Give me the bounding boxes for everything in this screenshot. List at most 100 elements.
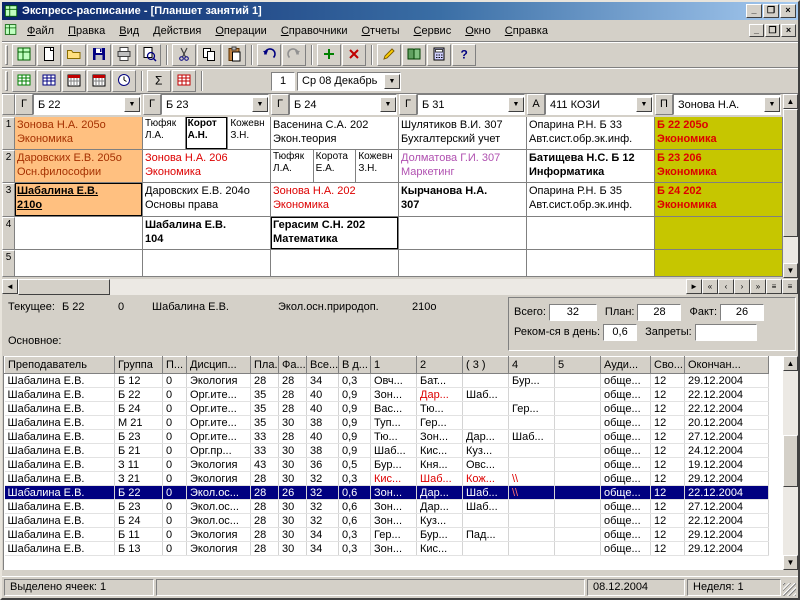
table-cell[interactable]: 0 — [162, 443, 187, 458]
table-cell[interactable]: 29.12.2004 — [684, 527, 769, 542]
delete-row-button[interactable] — [342, 44, 366, 66]
table-row-5[interactable]: Шабалина Е.В. Б 21 0 Орг.пр... 33 30 38 0,9 Шаб.… — [4, 443, 769, 458]
table-cell[interactable]: 43 — [250, 457, 279, 472]
restore-button[interactable]: ❐ — [763, 4, 779, 18]
table-row-10[interactable]: Шабалина Е.В. Б 24 0 Экол.ос... 28 30 32 0,6 Зон… — [4, 513, 769, 528]
table-cell[interactable]: Шабалина Е.В. — [4, 415, 115, 430]
table-cell[interactable]: Экология — [186, 457, 251, 472]
table-cell[interactable]: 0,5 — [338, 457, 371, 472]
table-cell[interactable]: Пад... — [462, 527, 509, 542]
table-cell[interactable]: обще... — [600, 429, 651, 444]
table-cell[interactable] — [508, 499, 555, 514]
schedule-cell-r1-c5[interactable]: Опарина Р.Н. Б 33 Авт.сист.обр.эк.инф. — [527, 117, 655, 150]
table-cell[interactable]: 35 — [250, 387, 279, 402]
table-cell[interactable]: 12 — [650, 373, 685, 388]
schedule-cell-r2-c6[interactable]: Б 23 206 Экономика — [655, 150, 783, 183]
table-cell[interactable]: 28 — [250, 471, 279, 486]
table-cell[interactable] — [508, 415, 555, 430]
schedule-cell-r4-c5[interactable] — [527, 217, 655, 250]
table-cell[interactable]: Тю... — [370, 429, 417, 444]
table-cell[interactable] — [554, 499, 601, 514]
table-cell[interactable]: 20.12.2004 — [684, 415, 769, 430]
table-cell[interactable]: 28 — [250, 485, 279, 500]
table-header-7[interactable]: В д... — [338, 356, 371, 374]
table-cell[interactable]: 30 — [278, 457, 307, 472]
dropdown-arrow-icon[interactable]: ▼ — [636, 97, 652, 112]
table-header-3[interactable]: Дисцип... — [186, 356, 251, 374]
schedule-cell-r2-c5[interactable]: Батищева Н.С. Б 12 Информатика — [527, 150, 655, 183]
table-cell[interactable]: обще... — [600, 373, 651, 388]
menu-window[interactable]: Окно — [458, 22, 498, 40]
date-combobox[interactable]: Ср 08 Декабрь ▼ — [297, 71, 401, 91]
menu-operations[interactable]: Операции — [208, 22, 273, 40]
scroll-down-icon[interactable]: ▼ — [783, 555, 798, 570]
table-cell[interactable]: 33 — [250, 443, 279, 458]
table-cell[interactable]: 35 — [250, 401, 279, 416]
close-button[interactable]: × — [780, 4, 796, 18]
table-row-12[interactable]: Шабалина Е.В. Б 13 0 Экология 28 30 34 0,3 Зон..… — [4, 541, 769, 556]
dropdown-arrow-icon[interactable]: ▼ — [380, 97, 396, 112]
table-header-15[interactable]: Окончан... — [684, 356, 769, 374]
view-list-button[interactable]: ≡ — [766, 279, 782, 294]
dropdown-arrow-icon[interactable]: ▼ — [764, 97, 780, 112]
table-cell[interactable]: 0,9 — [338, 387, 371, 402]
table-cell[interactable]: 0 — [162, 485, 187, 500]
schedule-cell-r2-c1[interactable]: Даровских Е.В. 205о Осн.философии — [15, 150, 143, 183]
table-cell[interactable]: 0,9 — [338, 443, 371, 458]
table-cell[interactable]: Экология — [186, 541, 251, 556]
table-cell[interactable]: Зон... — [416, 429, 463, 444]
table-header-8[interactable]: 1 — [370, 356, 417, 374]
dropdown-arrow-icon[interactable]: ▼ — [508, 97, 524, 112]
table-cell[interactable]: Дар... — [416, 387, 463, 402]
row-number-1[interactable]: 1 — [2, 117, 15, 150]
table-cell[interactable] — [508, 513, 555, 528]
table-cell[interactable]: 0,3 — [338, 373, 371, 388]
schedule-cell-r3-c1[interactable]: Шабалина Е.В. 210о — [15, 183, 143, 217]
table-cell[interactable]: Экология — [186, 373, 251, 388]
table-cell[interactable]: 34 — [306, 373, 339, 388]
table-cell[interactable] — [554, 429, 601, 444]
table-vertical-scrollbar[interactable]: ▲ ▼ — [783, 356, 798, 570]
table-header-10[interactable]: ( 3 ) — [462, 356, 509, 374]
table-cell[interactable]: 28 — [278, 429, 307, 444]
table-cell[interactable]: Б 11 — [114, 527, 163, 542]
schedule-horizontal-scrollbar[interactable]: ◄ ► « ‹ › » ≡ ≡ — [2, 278, 798, 295]
table-cell[interactable] — [554, 373, 601, 388]
row-number-3[interactable]: 3 — [2, 183, 15, 217]
table-cell[interactable]: 0 — [162, 471, 187, 486]
schedule-cell-r5-c4[interactable] — [399, 250, 527, 277]
page-first-button[interactable]: « — [702, 279, 718, 294]
table-cell[interactable]: обще... — [600, 387, 651, 402]
table-cell[interactable]: Орг.ите... — [186, 415, 251, 430]
table-cell[interactable]: Б 21 — [114, 443, 163, 458]
schedule-cell-r5-c5[interactable] — [527, 250, 655, 277]
table-cell[interactable] — [554, 527, 601, 542]
table-cell[interactable]: 22.12.2004 — [684, 485, 769, 500]
references-button[interactable] — [402, 44, 426, 66]
table-cell[interactable]: Б 24 — [114, 401, 163, 416]
time-view-button[interactable] — [112, 70, 136, 92]
table-cell[interactable]: Бат... — [416, 373, 463, 388]
table-cell[interactable]: Экология — [186, 527, 251, 542]
table-header-4[interactable]: Пла... — [250, 356, 279, 374]
menu-service[interactable]: Сервис — [407, 22, 459, 40]
table-row-0[interactable]: Шабалина Е.В. Б 12 0 Экология 28 28 34 0,3 Овч..… — [4, 373, 769, 388]
row-number-4[interactable]: 4 — [2, 217, 15, 250]
table-header-9[interactable]: 2 — [416, 356, 463, 374]
schedule-cell-r3-c4[interactable]: Кырчанова Н.А. 307 — [399, 183, 527, 217]
table-cell[interactable] — [508, 541, 555, 556]
table-cell[interactable]: обще... — [600, 471, 651, 486]
table-cell[interactable]: М 21 — [114, 415, 163, 430]
table-cell[interactable]: 0 — [162, 415, 187, 430]
table-cell[interactable]: Гер... — [508, 401, 555, 416]
table-cell[interactable]: Б 24 — [114, 513, 163, 528]
table-cell[interactable]: 30 — [278, 415, 307, 430]
table-cell[interactable]: Зон... — [370, 513, 417, 528]
table-cell[interactable]: 0 — [162, 499, 187, 514]
scroll-down-icon[interactable]: ▼ — [783, 263, 798, 278]
scroll-track[interactable] — [783, 371, 798, 555]
menu-edit[interactable]: Правка — [61, 22, 112, 40]
table-cell[interactable]: Зон... — [370, 499, 417, 514]
table-cell[interactable]: Шабалина Е.В. — [4, 443, 115, 458]
table-cell[interactable]: 27.12.2004 — [684, 499, 769, 514]
